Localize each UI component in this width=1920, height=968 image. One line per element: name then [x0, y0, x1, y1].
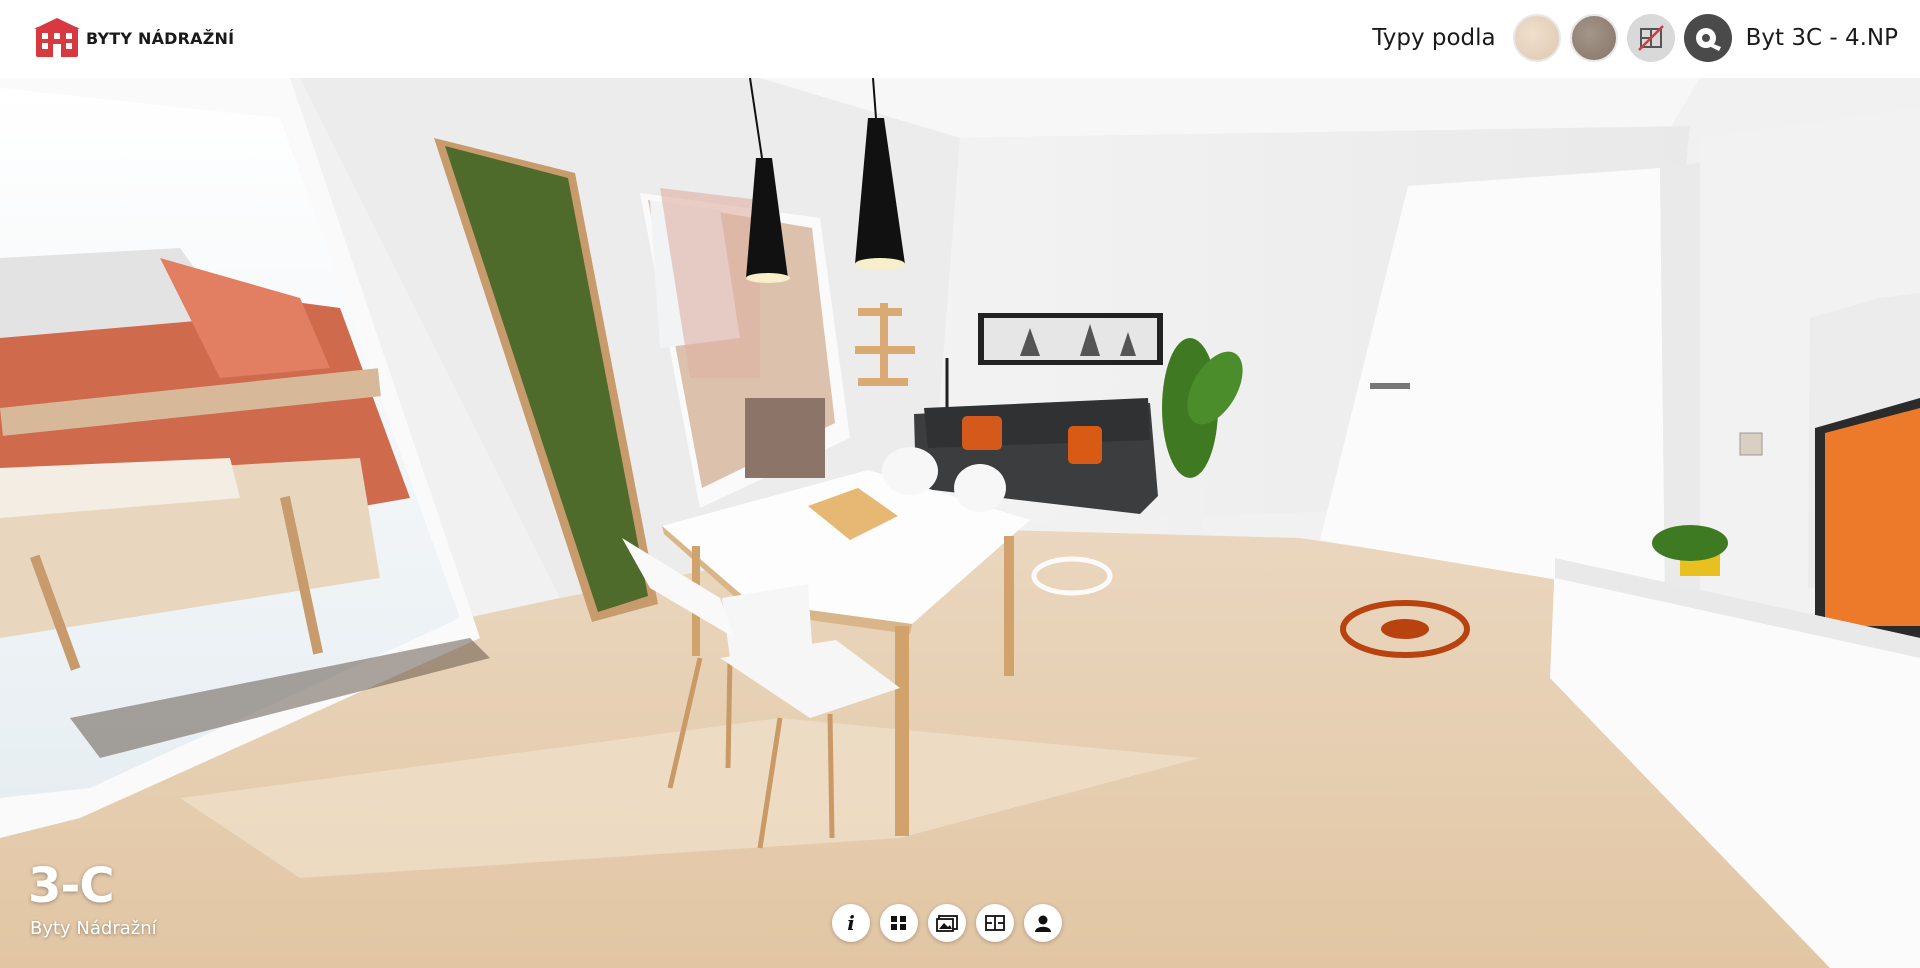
contact-button[interactable] [1024, 904, 1062, 942]
floor-plan-toggle-icon [1637, 25, 1664, 51]
brand-name: BYTY NÁDRAŽNÍ [86, 28, 235, 48]
floorplan-icon [985, 915, 1005, 931]
info-button[interactable]: i [832, 904, 870, 942]
grid-icon [891, 916, 906, 930]
room-render [0, 78, 1920, 968]
floorplan-button[interactable] [976, 904, 1014, 942]
hotspot-dining[interactable] [1032, 558, 1112, 596]
gallery-icon [936, 915, 958, 932]
light-finish-swatch[interactable] [1512, 14, 1561, 62]
grid-button[interactable] [880, 904, 918, 942]
dark-finish-swatch[interactable] [1569, 14, 1618, 62]
contact-icon [1035, 915, 1051, 932]
top-bar: BYTY NÁDRAŽNÍ Typy podla Byt 3C - 4.NP [0, 0, 1920, 78]
gallery-button[interactable] [928, 904, 966, 942]
measure-tape-icon [1695, 28, 1721, 51]
finish-controls: Typy podla Byt 3C - 4.NP [1372, 13, 1898, 63]
measure-tape-button[interactable] [1683, 14, 1732, 62]
panorama-view[interactable] [0, 78, 1920, 968]
floor-plan-toggle-button[interactable] [1626, 14, 1675, 62]
hotspot-living[interactable] [1340, 600, 1470, 658]
info-icon: i [847, 911, 855, 935]
project-name: Byty Nádražní [30, 918, 157, 939]
bottom-toolbar: i [832, 904, 1062, 942]
brand-logo[interactable]: BYTY NÁDRAŽNÍ [34, 17, 234, 59]
building-logo-icon [34, 18, 80, 57]
types-label: Typy podla [1372, 25, 1496, 51]
unit-code: 3-C [28, 858, 115, 914]
unit-label: Byt 3C - 4.NP [1745, 25, 1898, 51]
